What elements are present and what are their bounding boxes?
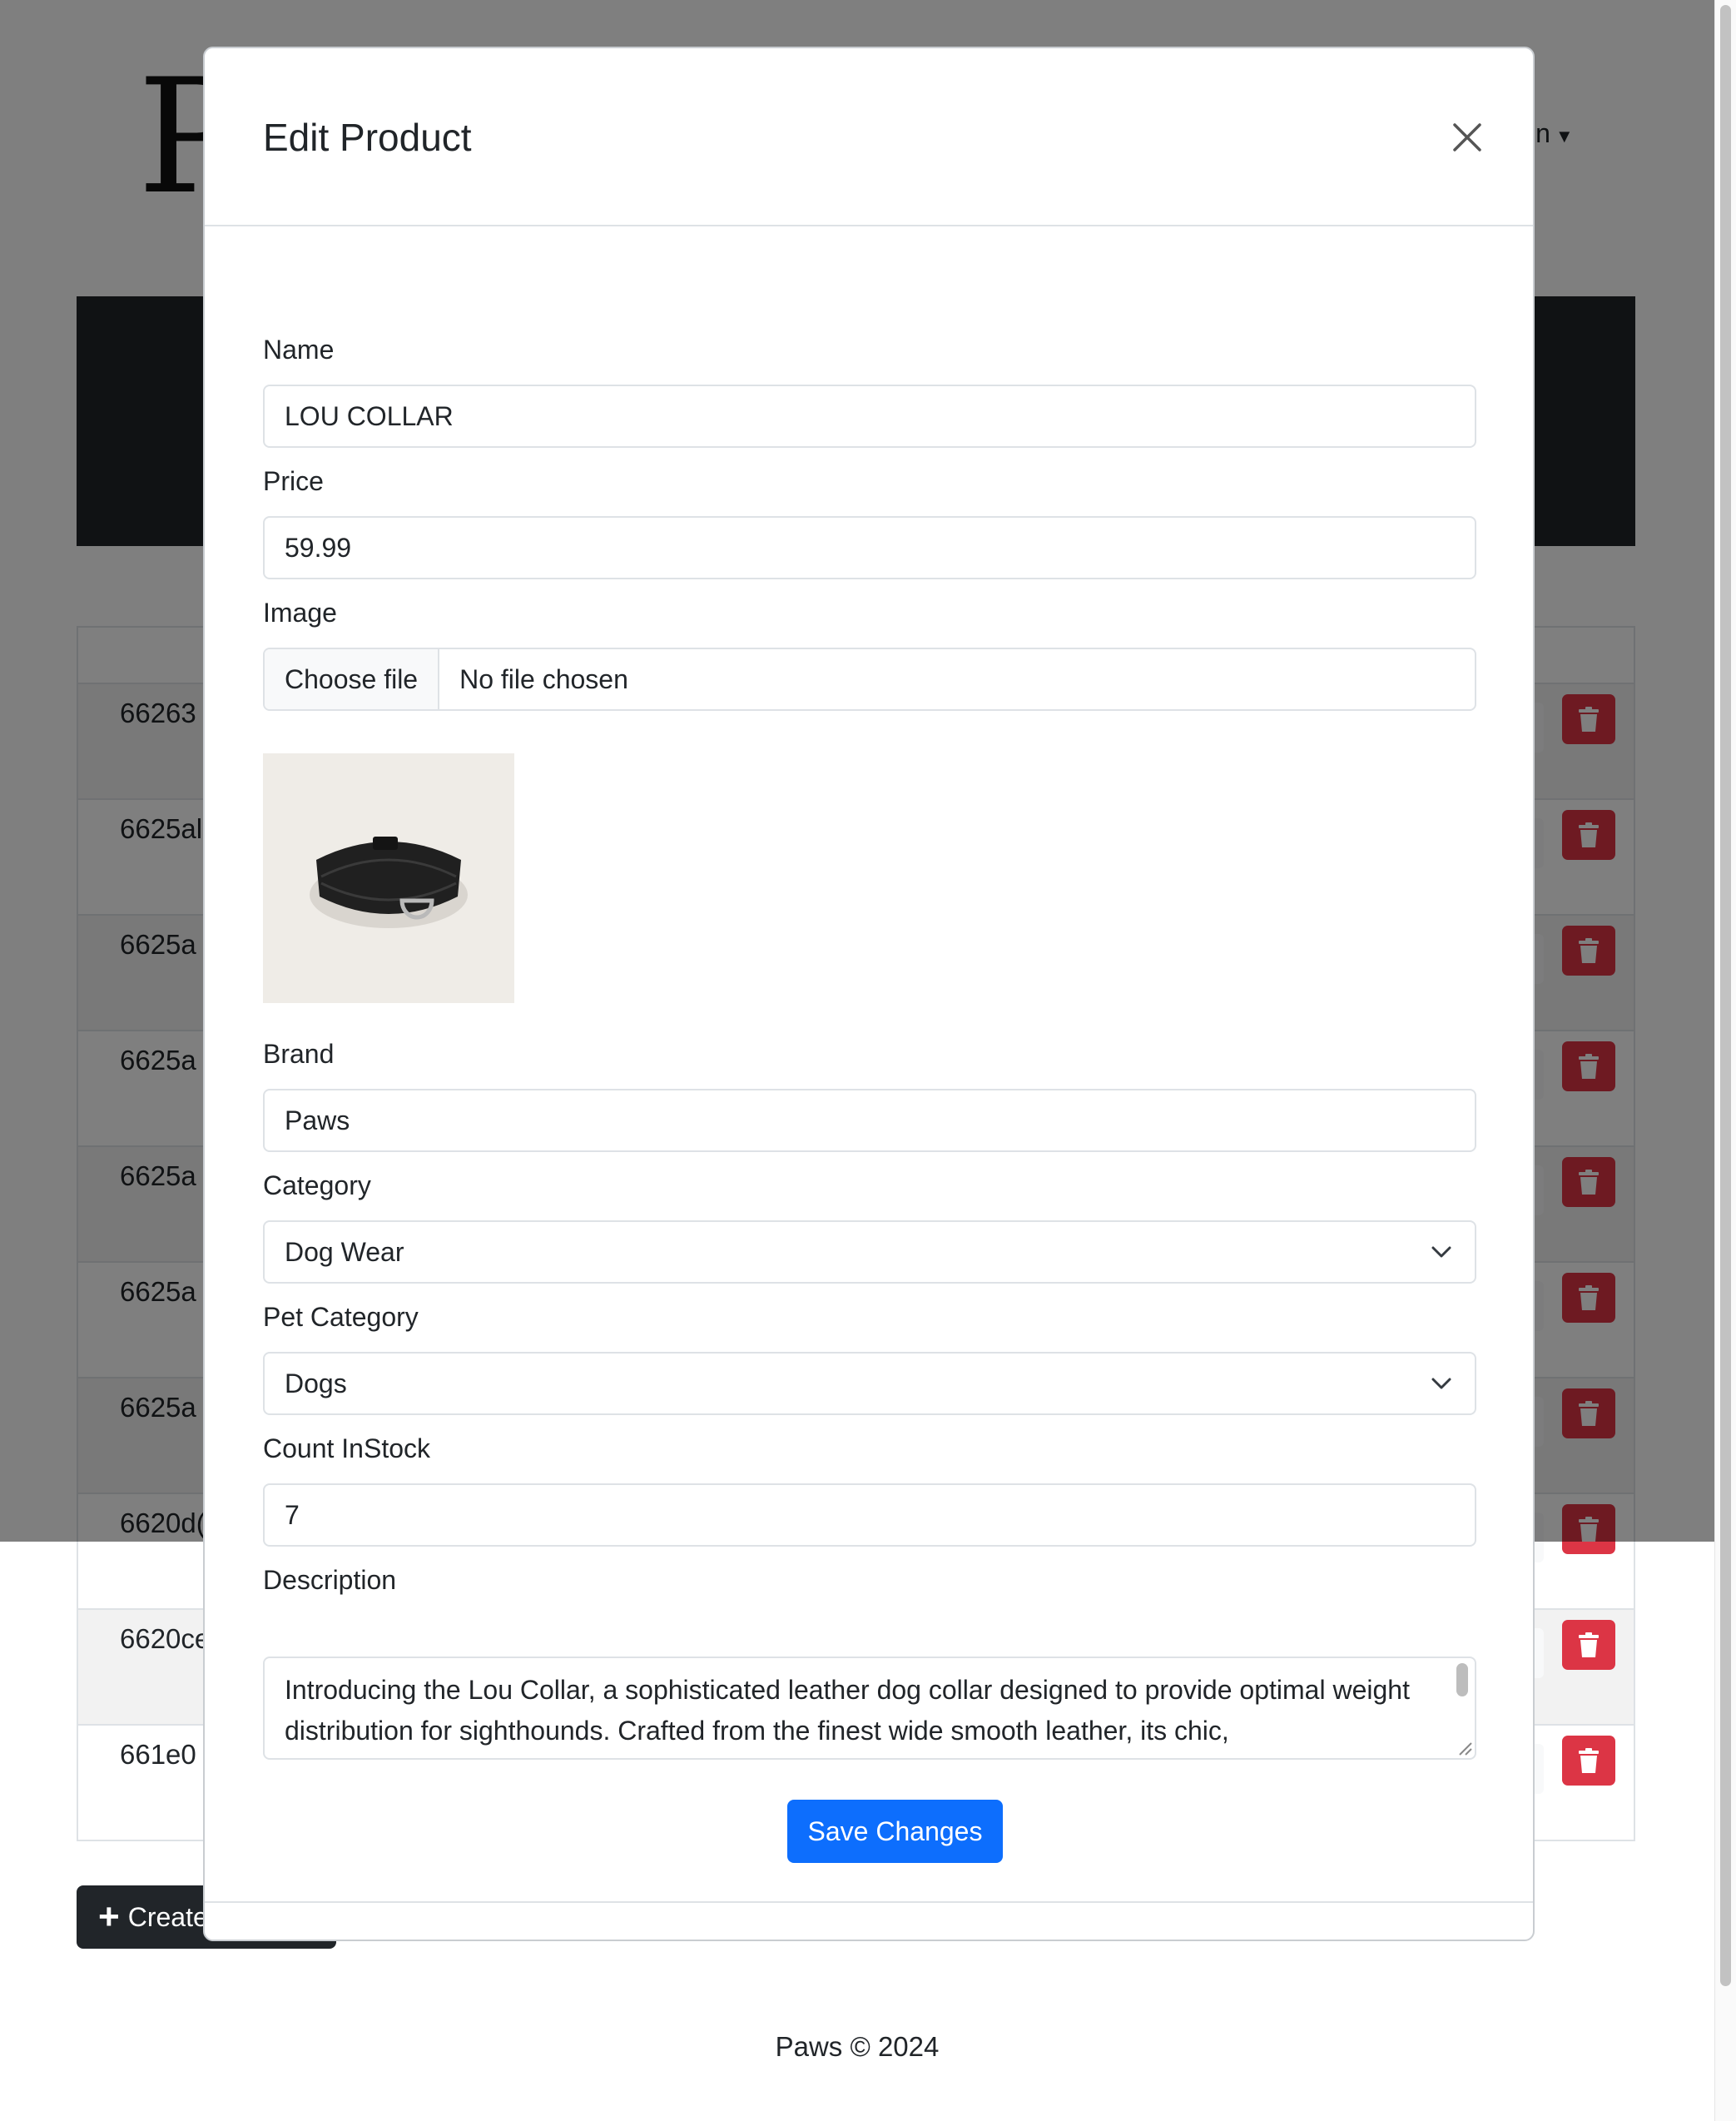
brand-label: Brand [263,1039,335,1069]
price-input[interactable] [263,516,1476,579]
modal-footer-divider [205,1901,1533,1903]
description-textarea[interactable]: Introducing the Lou Collar, a sophistica… [263,1657,1476,1760]
file-status: No file chosen [459,663,628,694]
name-input[interactable] [263,385,1476,448]
product-id: 661e0 [120,1739,196,1770]
close-icon [1453,123,1481,152]
chevron-down-icon [1431,1246,1451,1258]
footer-copyright: Paws © 2024 [775,2031,940,2062]
pet-category-label: Pet Category [263,1302,419,1332]
category-select[interactable]: Dog Wear [263,1220,1476,1284]
save-changes-button[interactable]: Save Changes [787,1800,1003,1863]
trash-icon [1579,1748,1599,1773]
trash-icon [1579,1632,1599,1657]
count-instock-label: Count InStock [263,1433,430,1463]
description-text: Introducing the Lou Collar, a sophistica… [285,1675,1410,1746]
close-button[interactable] [1445,115,1490,160]
image-label: Image [263,598,337,628]
page-scrollbar[interactable] [1714,0,1736,2121]
price-label: Price [263,466,324,496]
pet-category-selected-value: Dogs [285,1368,347,1398]
resize-handle-icon[interactable] [1455,1738,1473,1756]
modal-header: Edit Product [205,48,1533,226]
category-selected-value: Dog Wear [285,1236,404,1267]
description-label: Description [263,1565,397,1595]
choose-file-button[interactable]: Choose file [265,649,440,709]
textarea-scrollbar[interactable] [1456,1663,1468,1696]
create-button-label: Create [127,1901,208,1932]
brand-input[interactable] [263,1089,1476,1152]
delete-button[interactable] [1562,1620,1615,1670]
name-label: Name [263,335,335,365]
edit-product-modal: Edit Product Name Price Image Choose fil… [203,47,1535,1941]
scrollbar-thumb[interactable] [1720,5,1731,1986]
pet-category-select[interactable]: Dogs [263,1352,1476,1415]
image-file-input[interactable]: Choose file No file chosen [263,648,1476,711]
modal-title: Edit Product [263,116,472,159]
count-instock-input[interactable] [263,1483,1476,1547]
collar-image [263,753,514,1003]
chevron-down-icon [1431,1378,1451,1389]
plus-icon: + [98,1896,120,1937]
delete-button[interactable] [1562,1736,1615,1786]
category-label: Category [263,1170,371,1200]
product-image-preview [263,753,514,1003]
product-id: 6620ce [120,1623,211,1654]
